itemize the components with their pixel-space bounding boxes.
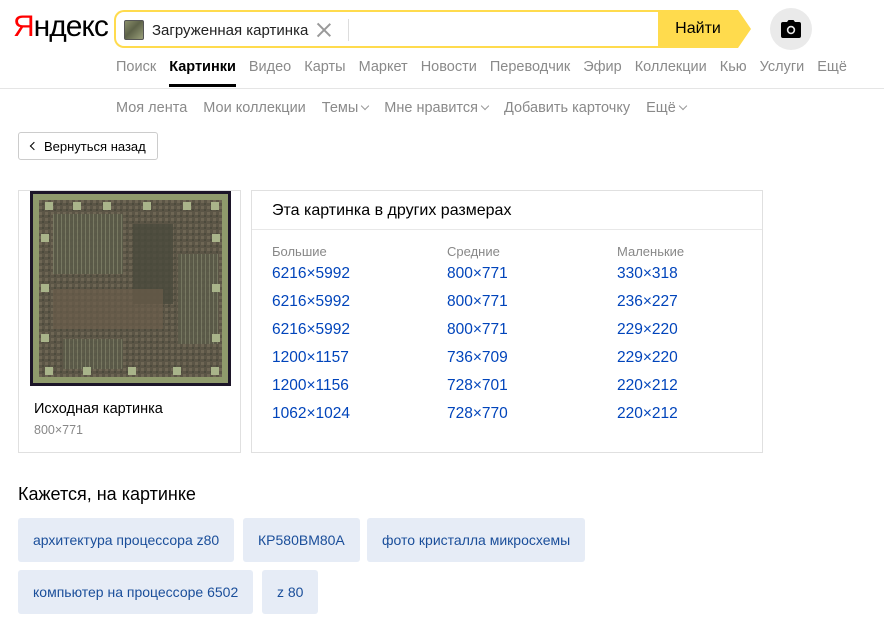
divider: [348, 19, 349, 41]
logo-text: Яндекс: [13, 10, 109, 43]
subnav-label: Моя лента: [116, 100, 188, 116]
subnav-label: Мои коллекции: [203, 100, 306, 116]
service-tab-2[interactable]: Видео: [249, 58, 291, 88]
size-column-medium: Средние 800×771 800×771 800×771 736×709 …: [447, 244, 508, 432]
size-link[interactable]: 800×771: [447, 320, 508, 348]
original-image-caption: Исходная картинка: [34, 401, 163, 417]
other-sizes-card: Эта картинка в других размерах Большие 6…: [251, 190, 763, 453]
size-link[interactable]: 229×220: [617, 348, 684, 376]
tag-chip[interactable]: архитектура процессора z80: [18, 518, 235, 562]
divider: [252, 229, 762, 230]
size-link[interactable]: 728×701: [447, 376, 508, 404]
yandex-logo[interactable]: Яндекс: [13, 8, 109, 46]
chevron-down-icon: [480, 101, 490, 111]
original-image[interactable]: [30, 191, 231, 386]
chevron-down-icon: [361, 101, 370, 111]
back-button[interactable]: Вернуться назад: [18, 132, 158, 160]
size-link[interactable]: 800×771: [447, 264, 508, 292]
size-link[interactable]: 736×709: [447, 348, 508, 376]
tag-chip[interactable]: КР580ВМ80А: [243, 518, 360, 562]
size-column-header: Маленькие: [617, 244, 685, 259]
back-button-label: Вернуться назад: [44, 138, 146, 154]
close-icon[interactable]: [316, 22, 332, 38]
subnav-item-0[interactable]: Моя лента: [116, 100, 187, 116]
service-tab-7[interactable]: Эфир: [583, 58, 622, 88]
subnav-item-4[interactable]: Добавить карточку: [504, 100, 630, 116]
service-tab-3[interactable]: Карты: [304, 58, 345, 88]
size-link[interactable]: 220×212: [617, 404, 684, 432]
chip-die-image: [33, 194, 228, 383]
chevron-left-icon: [29, 141, 39, 151]
tag-chip[interactable]: фото кристалла микросхемы: [367, 518, 586, 562]
size-link[interactable]: 1062×1024: [272, 404, 350, 432]
subnav-item-3[interactable]: Мне нравится: [384, 100, 490, 116]
size-column-large: Большие 6216×5992 6216×5992 6216×5992 12…: [272, 244, 350, 432]
size-link[interactable]: 1200×1156: [272, 376, 350, 404]
original-image-size: 800×771: [34, 423, 84, 437]
service-tab-8[interactable]: Коллекции: [635, 58, 707, 88]
camera-icon: [781, 20, 801, 38]
service-tab-11[interactable]: Ещё: [817, 58, 847, 88]
uploaded-image-chip: Загруженная картинка: [124, 18, 332, 42]
service-tab-6[interactable]: Переводчик: [490, 58, 570, 88]
size-link[interactable]: 229×220: [617, 320, 684, 348]
subnav-label: Добавить карточку: [504, 100, 631, 116]
size-link[interactable]: 800×771: [447, 292, 508, 320]
search-input[interactable]: Загруженная картинка: [114, 10, 660, 48]
service-tab-0[interactable]: Поиск: [116, 58, 156, 88]
service-tab-5[interactable]: Новости: [421, 58, 477, 88]
chip-label: Загруженная картинка: [152, 21, 309, 39]
service-tab-4[interactable]: Маркет: [359, 58, 408, 88]
size-column-header: Средние: [447, 244, 500, 259]
subnav-item-2[interactable]: Темы: [321, 100, 370, 116]
subnav-label: Темы: [321, 100, 359, 116]
size-link[interactable]: 6216×5992: [272, 264, 350, 292]
uploaded-image-thumbnail: [124, 20, 144, 40]
size-link[interactable]: 236×227: [617, 292, 684, 320]
camera-search-button[interactable]: [770, 8, 812, 50]
other-sizes-title: Эта картинка в других размерах: [272, 202, 512, 219]
search-bar: Загруженная картинка Найти: [114, 10, 751, 48]
size-link[interactable]: 330×318: [617, 264, 684, 292]
size-link[interactable]: 1200×1157: [272, 348, 350, 376]
subnav-label: Мне нравится: [384, 100, 478, 116]
size-column-small: Маленькие 330×318 236×227 229×220 229×22…: [617, 244, 684, 432]
size-link[interactable]: 6216×5992: [272, 292, 350, 320]
tags-title: Кажется, на картинке: [18, 484, 196, 504]
service-tab-1[interactable]: Картинки: [169, 58, 236, 88]
services-nav: Поиск Картинки Видео Карты Маркет Новости Пере…: [116, 58, 860, 88]
service-tab-10[interactable]: Услуги: [760, 58, 805, 88]
subnav-item-1[interactable]: Мои коллекции: [203, 100, 306, 116]
nav-divider: [0, 88, 884, 89]
images-subnav: Моя лента Мои коллекции Темы Мне нравится До…: [116, 100, 702, 116]
subnav-label: Ещё: [646, 100, 676, 116]
service-tab-9[interactable]: Кью: [720, 58, 747, 88]
subnav-item-5[interactable]: Ещё: [646, 100, 688, 116]
find-button-arrow: [738, 10, 751, 48]
tag-chip[interactable]: z 80: [262, 570, 319, 614]
tag-chip[interactable]: компьютер на процессоре 6502: [18, 570, 254, 614]
size-link[interactable]: 6216×5992: [272, 320, 350, 348]
chevron-down-icon: [678, 101, 688, 111]
size-link[interactable]: 728×770: [447, 404, 508, 432]
size-link[interactable]: 220×212: [617, 376, 684, 404]
original-image-card[interactable]: Исходная картинка 800×771: [18, 190, 241, 453]
size-column-header: Большие: [272, 244, 327, 259]
find-button[interactable]: Найти: [658, 10, 738, 48]
